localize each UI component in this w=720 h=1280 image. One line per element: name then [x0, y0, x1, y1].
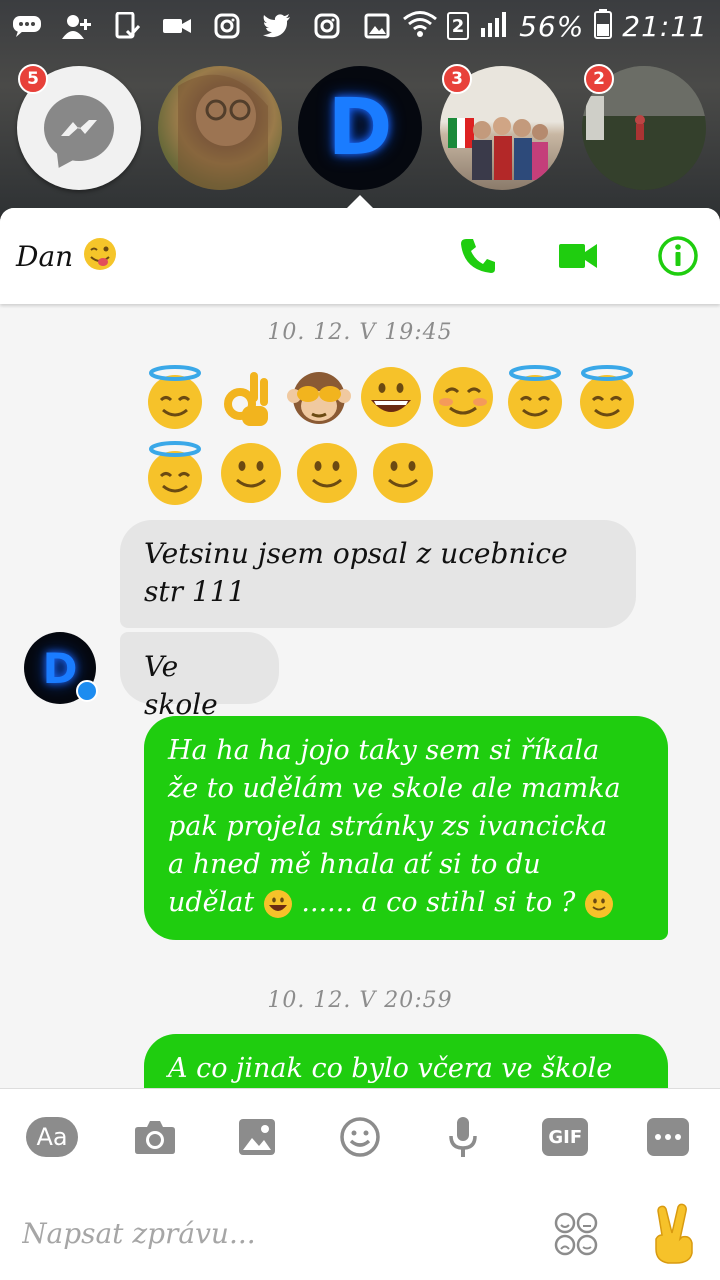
victory-hand-button[interactable] — [646, 1203, 702, 1265]
microphone-icon — [448, 1117, 477, 1157]
timestamp: 10. 12. V 19:45 — [267, 320, 453, 345]
device-check-icon — [112, 12, 142, 39]
messenger-icon — [44, 95, 114, 161]
messenger-screen: 2 56% 21:11 5 D 3 2 Dan 10. 12. V 19:45 … — [0, 0, 720, 1280]
halo-smile-emoji — [580, 365, 634, 429]
video-notification-icon — [162, 13, 192, 39]
unread-badge: 3 — [442, 64, 472, 94]
gallery-button[interactable] — [231, 1111, 283, 1163]
active-head-pointer — [346, 195, 374, 209]
outgoing-message[interactable]: Ha ha ha jojo taky sem si říkala že to u… — [144, 716, 668, 940]
conversation-header: Dan — [0, 208, 720, 304]
halo-smile-emoji — [148, 365, 202, 429]
aa-label: Aa — [26, 1117, 78, 1157]
message-text: Vetsinu jsem opsal z ucebnice str 111 — [144, 537, 568, 608]
message-text-line: Ha ha ha jojo taky sem si říkala — [168, 735, 600, 766]
sender-avatar[interactable]: D — [24, 632, 98, 704]
more-icon — [646, 1118, 689, 1156]
unread-badge: 5 — [18, 64, 48, 94]
message-notification-icon — [12, 13, 42, 39]
message-input[interactable] — [22, 1205, 522, 1261]
composer: Aa GIF — [0, 1088, 720, 1280]
image-notification-icon — [362, 13, 392, 39]
message-list[interactable]: 10. 12. V 19:45 Vetsinu jsem opsal z uce… — [0, 304, 720, 1088]
message-text-fragment: udělat — [168, 887, 255, 918]
contact-name[interactable]: Dan — [16, 240, 73, 273]
phone-icon — [461, 239, 495, 273]
video-call-button[interactable] — [556, 234, 600, 278]
gif-button[interactable]: GIF — [539, 1111, 591, 1163]
blush-emoji — [433, 367, 493, 427]
slight-smile-emoji — [297, 443, 357, 503]
chat-head-dan-active[interactable]: D — [298, 66, 422, 190]
conversation-card: Dan 10. 12. V 19:45 Vetsinu jsem opsal z… — [0, 208, 720, 1280]
message-text-line: udělat ...... a co stihl si to ? — [168, 884, 644, 922]
battery-percent: 56% — [519, 9, 585, 43]
call-button[interactable] — [456, 234, 500, 278]
sticker-icon — [554, 1212, 598, 1256]
status-bar: 2 56% 21:11 — [0, 0, 720, 52]
message-text-line: že to udělám ve skole ale mamka — [168, 773, 621, 804]
message-text: Ve skole — [144, 650, 218, 721]
timestamp: 10. 12. V 20:59 — [267, 988, 453, 1013]
twitter-icon — [262, 13, 292, 39]
slight-smile-emoji — [373, 443, 433, 503]
battery-icon — [594, 9, 613, 43]
message-text-line: a hned mě hnala ať si to du — [168, 849, 541, 880]
victory-hand-icon — [655, 1203, 693, 1264]
slight-smile-emoji — [221, 443, 281, 503]
emoji-message-row — [142, 364, 640, 430]
message-text-fragment: ...... a co stihl si to ? — [301, 887, 576, 918]
camera-icon — [134, 1121, 175, 1154]
image-icon — [239, 1119, 276, 1155]
chat-heads: 5 D 3 2 — [0, 62, 720, 202]
halo-smile-emoji — [508, 365, 562, 429]
message-text: A co jinak co bylo včera ve škole — [168, 1053, 613, 1084]
video-camera-icon — [559, 244, 597, 268]
voice-button[interactable] — [437, 1111, 489, 1163]
message-text-line: pak projela stránky zs ivancicka — [168, 811, 608, 842]
more-button[interactable] — [642, 1111, 694, 1163]
messenger-badge-icon — [76, 680, 98, 702]
gif-label: GIF — [542, 1118, 589, 1156]
unread-badge: 2 — [584, 64, 614, 94]
sim-indicator: 2 — [447, 12, 470, 40]
neon-d-logo: D — [42, 643, 78, 693]
camera-button[interactable] — [129, 1111, 181, 1163]
instagram-icon-2 — [312, 13, 342, 39]
grinning-emoji — [361, 367, 421, 427]
emoji-button[interactable] — [334, 1111, 386, 1163]
neon-d-logo: D — [327, 83, 393, 173]
incoming-message[interactable]: Vetsinu jsem opsal z ucebnice str 111 — [120, 520, 636, 628]
winking-tongue-emoji — [83, 237, 117, 275]
smiley-icon — [340, 1117, 380, 1157]
text-format-button[interactable]: Aa — [26, 1111, 78, 1163]
ok-hand-emoji — [224, 372, 268, 426]
signal-icon — [479, 10, 509, 42]
add-contact-icon — [62, 13, 92, 39]
halo-smile-emoji — [148, 441, 202, 505]
outgoing-message[interactable]: A co jinak co bylo včera ve škole — [144, 1034, 668, 1088]
info-icon — [658, 236, 698, 276]
grinning-emoji — [263, 889, 292, 918]
info-button[interactable] — [656, 234, 700, 278]
sticker-button[interactable] — [553, 1211, 599, 1257]
clock: 21:11 — [622, 9, 708, 43]
input-row — [0, 1185, 720, 1280]
wifi-icon — [403, 10, 438, 42]
chat-head-girl[interactable] — [158, 66, 282, 190]
composer-toolbar: Aa GIF — [0, 1089, 720, 1185]
incoming-message[interactable]: Ve skole — [120, 632, 279, 721]
see-no-evil-monkey-emoji — [287, 372, 351, 424]
emoji-message-row — [142, 440, 436, 506]
instagram-icon — [212, 13, 242, 39]
slight-smile-emoji — [584, 889, 613, 918]
avatar-photo-girl — [178, 74, 268, 190]
